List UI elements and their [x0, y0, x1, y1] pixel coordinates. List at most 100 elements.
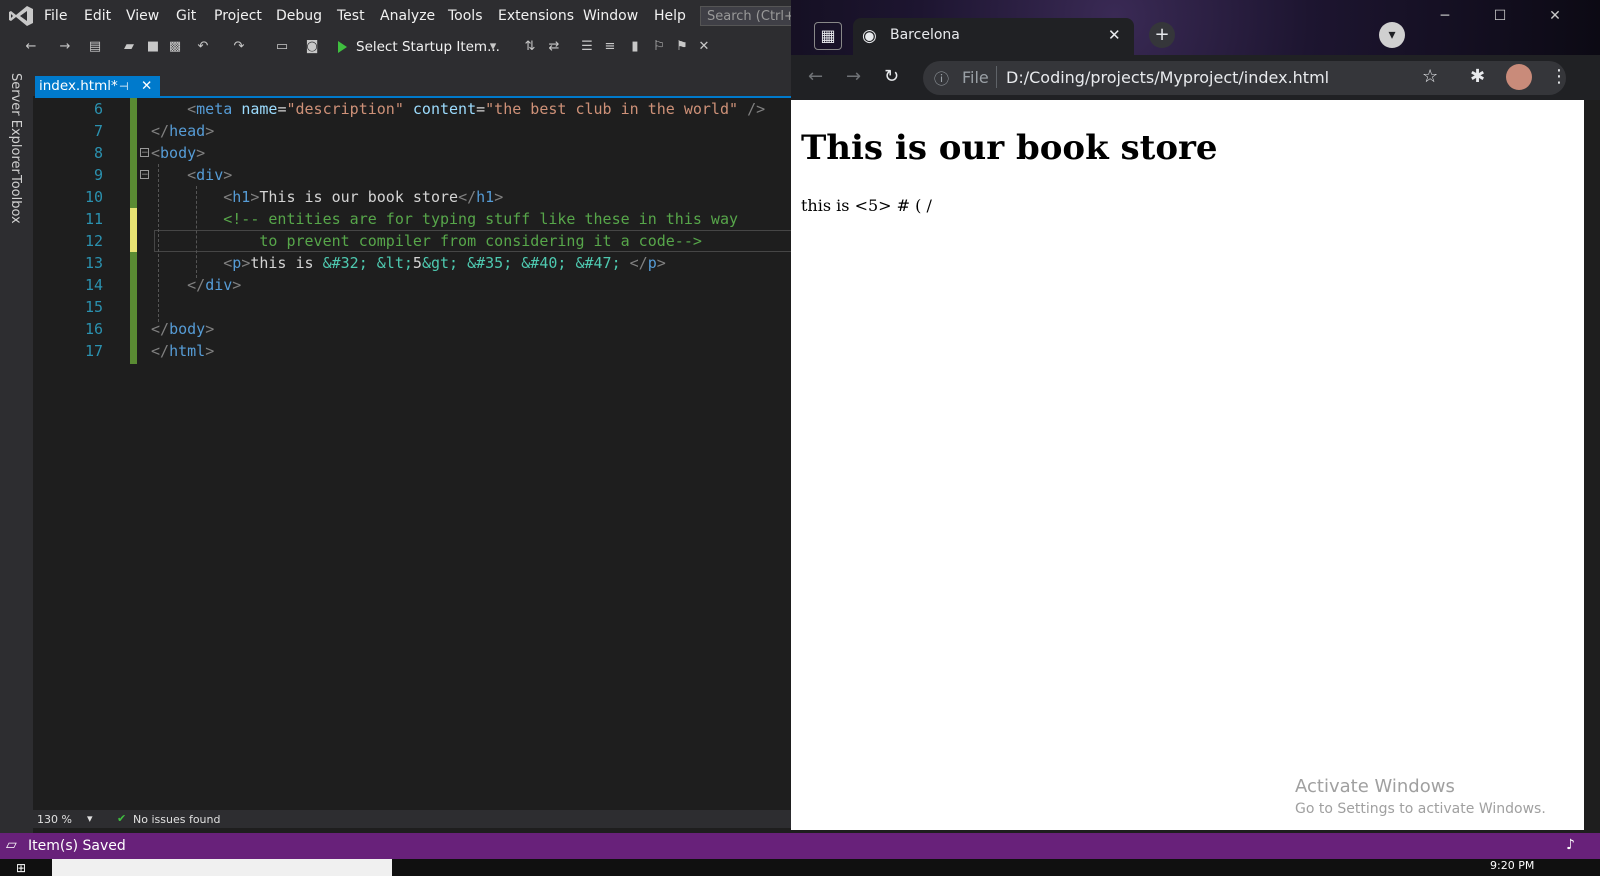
- maximize-icon[interactable]: ☐: [1480, 8, 1520, 28]
- menu-git[interactable]: Git: [176, 8, 196, 24]
- forward-icon[interactable]: →: [846, 66, 861, 87]
- file-scheme-label: File: [962, 68, 989, 87]
- forward-arrow-icon[interactable]: →: [58, 40, 72, 54]
- code-line[interactable]: 8 <body>: [58, 142, 205, 164]
- code-line[interactable]: 11 <!-- entities are for typing stuff li…: [58, 208, 738, 230]
- undo-icon[interactable]: ↶: [196, 40, 210, 54]
- info-icon[interactable]: ⓘ: [934, 68, 949, 89]
- page-paragraph: this is <5> # ( /: [801, 196, 932, 215]
- start-play-icon[interactable]: [338, 41, 347, 53]
- visual-studio-logo-icon[interactable]: [8, 5, 34, 27]
- code-token: &gt;: [421, 254, 459, 272]
- menu-tools[interactable]: Tools: [448, 8, 483, 24]
- step-icon[interactable]: ⇅: [523, 40, 537, 54]
- clear-bookmarks-icon[interactable]: ✕: [697, 40, 711, 54]
- windows-start-icon[interactable]: ⊞: [16, 861, 26, 875]
- code-line[interactable]: 14 </div>: [58, 274, 241, 296]
- code-line[interactable]: 16 </body>: [58, 318, 214, 340]
- issues-status[interactable]: No issues found: [133, 813, 220, 826]
- code-token: div: [205, 276, 233, 294]
- save-icon[interactable]: ■: [146, 40, 160, 54]
- taskbar-search-box[interactable]: [52, 859, 392, 876]
- tab-title: Barcelona: [890, 27, 960, 43]
- code-line[interactable]: 9 <div>: [58, 164, 232, 186]
- code-token: </: [629, 254, 648, 272]
- menu-project[interactable]: Project: [214, 8, 262, 24]
- url-text[interactable]: D:/Coding/projects/Myproject/index.html: [1006, 68, 1329, 87]
- code-line[interactable]: 10 <h1>This is our book store</h1>: [58, 186, 503, 208]
- menu-test[interactable]: Test: [337, 8, 365, 24]
- browser-link-icon[interactable]: ◙: [305, 40, 319, 54]
- toolbox-tab[interactable]: Toolbox: [8, 175, 23, 224]
- document-tab-index-html[interactable]: index.html* ⊣ ✕: [35, 76, 160, 97]
- code-token: <: [151, 254, 233, 272]
- close-window-icon[interactable]: ✕: [1535, 8, 1575, 28]
- bookmark-icon[interactable]: ▮: [628, 40, 642, 54]
- menu-window[interactable]: Window: [583, 8, 638, 24]
- code-line[interactable]: 7 </head>: [58, 120, 214, 142]
- code-token: </: [151, 342, 170, 360]
- back-arrow-icon[interactable]: ←: [24, 40, 38, 54]
- line-number: 13: [84, 254, 103, 272]
- open-folder-icon[interactable]: ▰: [122, 40, 136, 54]
- pin-icon[interactable]: ⊣: [119, 76, 129, 97]
- next-bookmark-icon[interactable]: ⚑: [675, 40, 689, 54]
- code-line[interactable]: 17 </html>: [58, 340, 214, 362]
- reload-icon[interactable]: ↻: [884, 66, 899, 87]
- extensions-puzzle-icon[interactable]: ✱: [1470, 66, 1485, 87]
- code-line[interactable]: 6 <meta name="description" content="the …: [58, 98, 765, 120]
- code-line[interactable]: 15: [58, 296, 151, 318]
- minimize-icon[interactable]: ─: [1425, 8, 1465, 28]
- tab-list-dropdown-icon[interactable]: ▾: [1379, 22, 1405, 48]
- dropdown-arrow-icon[interactable]: ▾: [486, 40, 500, 54]
- menu-debug[interactable]: Debug: [276, 8, 322, 24]
- code-line[interactable]: 12 to prevent compiler from considering …: [58, 230, 702, 252]
- new-project-icon[interactable]: ▤: [88, 40, 102, 54]
- close-tab-icon[interactable]: ✕: [1108, 26, 1121, 44]
- code-token: html: [169, 342, 206, 360]
- save-all-icon[interactable]: ▩: [168, 40, 182, 54]
- redo-icon[interactable]: ↷: [232, 40, 246, 54]
- code-token: >: [205, 122, 215, 140]
- server-explorer-tab[interactable]: Server Explorer: [8, 73, 23, 174]
- code-token: >: [205, 320, 215, 338]
- menu-extensions[interactable]: Extensions: [498, 8, 574, 24]
- tab-search-grid-icon[interactable]: ▦: [814, 22, 842, 50]
- status-icon: ▱: [6, 837, 17, 853]
- zoom-dropdown-icon[interactable]: ▾: [87, 812, 93, 825]
- close-tab-icon[interactable]: ✕: [141, 76, 152, 97]
- solution-explorer-icon[interactable]: ▭: [275, 40, 289, 54]
- menu-kebab-icon[interactable]: ⋮: [1550, 66, 1568, 87]
- tab-label: index.html*: [39, 78, 118, 94]
- prev-bookmark-icon[interactable]: ⚐: [652, 40, 666, 54]
- code-token: >: [223, 166, 233, 184]
- profile-avatar[interactable]: [1506, 64, 1532, 90]
- notification-bell-icon[interactable]: ♪: [1566, 837, 1575, 853]
- outdent-icon[interactable]: ≡: [603, 40, 617, 54]
- search-input[interactable]: Search (Ctrl+Q): [700, 6, 800, 26]
- back-icon[interactable]: ←: [808, 66, 823, 87]
- indent-icon[interactable]: ☰: [580, 40, 594, 54]
- code-token: p: [232, 254, 242, 272]
- activate-windows-subtitle: Go to Settings to activate Windows.: [1295, 801, 1546, 817]
- bookmark-star-icon[interactable]: ☆: [1422, 66, 1438, 87]
- code-token: <: [151, 100, 197, 118]
- menu-file[interactable]: File: [44, 8, 67, 24]
- menu-edit[interactable]: Edit: [84, 8, 111, 24]
- step-out-icon[interactable]: ⇄: [547, 40, 561, 54]
- start-button[interactable]: Select Startup Item...: [356, 39, 500, 57]
- menu-help[interactable]: Help: [654, 8, 686, 24]
- zoom-level[interactable]: 130 %: [37, 813, 72, 826]
- windows-taskbar: ⊞ 9:20 PM: [0, 859, 1600, 876]
- taskbar-clock[interactable]: 9:20 PM: [1490, 859, 1534, 872]
- menu-view[interactable]: View: [126, 8, 159, 24]
- code-token: h1: [232, 188, 251, 206]
- page-heading: This is our book store: [801, 128, 1218, 168]
- code-line[interactable]: 13 <p>this is &#32; &lt;5&gt; &#35; &#40…: [58, 252, 666, 274]
- menu-analyze[interactable]: Analyze: [380, 8, 435, 24]
- code-token: div: [196, 166, 224, 184]
- code-token: </: [151, 122, 170, 140]
- new-tab-icon[interactable]: +: [1149, 22, 1175, 48]
